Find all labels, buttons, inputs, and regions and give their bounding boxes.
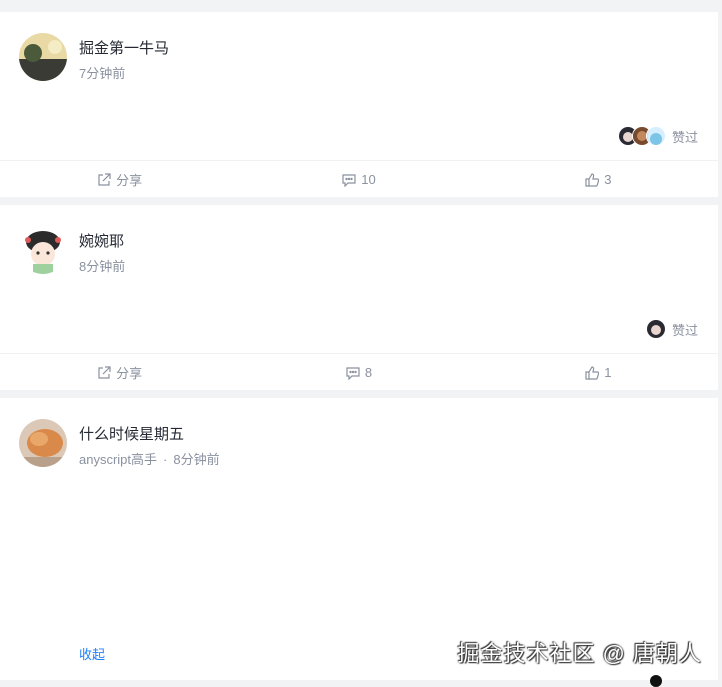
post-card: 掘金第一牛马 7分钟前 赞过 分享 10 3 xyxy=(0,12,718,197)
comment-count: 10 xyxy=(361,172,376,187)
comment-count: 8 xyxy=(364,365,373,380)
author-avatar[interactable] xyxy=(19,33,67,81)
share-label: 分享 xyxy=(116,173,143,188)
watermark: 掘金技术社区 @ 唐朝人 xyxy=(457,641,702,666)
comment-button[interactable]: 8 xyxy=(239,354,478,391)
share-button[interactable]: 分享 xyxy=(0,161,239,198)
liker-avatar[interactable] xyxy=(645,126,666,146)
like-icon xyxy=(585,172,600,187)
share-icon xyxy=(98,365,111,379)
post-actions: 分享 8 1 xyxy=(0,353,718,391)
comment-icon xyxy=(342,173,356,187)
author-avatar[interactable] xyxy=(19,419,67,467)
like-icon xyxy=(585,365,600,380)
comment-icon xyxy=(346,366,360,380)
post-time: 7分钟前 xyxy=(79,66,126,81)
collapse-button[interactable]: 收起 xyxy=(79,644,105,663)
liked-label: 赞过 xyxy=(671,129,698,145)
author-name[interactable]: 掘金第一牛马 xyxy=(79,37,169,58)
author-name[interactable]: 什么时候星期五 xyxy=(79,423,184,444)
post-time: 8分钟前 xyxy=(173,452,220,467)
comment-button[interactable]: 10 xyxy=(239,161,478,198)
liked-users[interactable]: 赞过 xyxy=(617,126,698,146)
share-button[interactable]: 分享 xyxy=(0,354,239,391)
meta-separator: · xyxy=(163,452,168,467)
like-button[interactable]: 1 xyxy=(479,354,718,391)
post-meta: anyscript高手 · 8分钟前 xyxy=(79,449,220,468)
post-time: 8分钟前 xyxy=(79,259,126,274)
share-icon xyxy=(98,172,111,186)
liked-label: 赞过 xyxy=(671,322,698,338)
author-title-badge: anyscript高手 xyxy=(79,452,158,467)
liked-users[interactable]: 赞过 xyxy=(645,319,698,339)
author-name[interactable]: 婉婉耶 xyxy=(79,230,124,251)
post-actions: 分享 10 3 xyxy=(0,160,718,198)
post-card: 婉婉耶 8分钟前 赞过 分享 8 1 xyxy=(0,205,718,390)
like-count: 1 xyxy=(604,365,612,380)
share-label: 分享 xyxy=(116,366,143,381)
liker-avatar[interactable] xyxy=(645,319,666,339)
like-count: 3 xyxy=(604,172,612,187)
author-avatar[interactable] xyxy=(19,226,67,274)
like-button[interactable]: 3 xyxy=(479,161,718,198)
floating-button-icon[interactable] xyxy=(650,675,662,687)
